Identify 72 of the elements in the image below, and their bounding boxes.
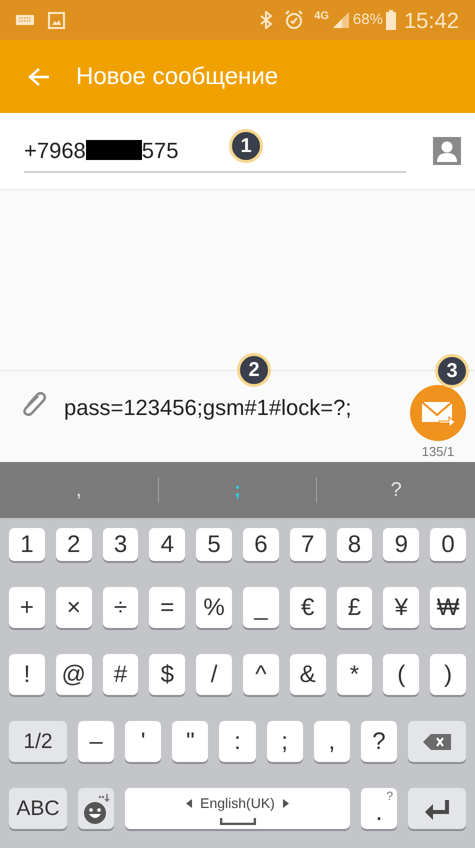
backspace-key[interactable]: [408, 721, 466, 762]
keyboard-key[interactable]: 6: [242, 528, 279, 561]
keyboard-key[interactable]: =: [149, 587, 186, 628]
keyboard-key[interactable]: ABC: [9, 788, 67, 829]
keyboard-key[interactable]: ': [125, 721, 162, 762]
keyboard-key[interactable]: –: [78, 721, 114, 762]
keyboard-key[interactable]: €: [290, 587, 326, 628]
redaction-bar: [86, 140, 142, 160]
keyboard-key[interactable]: :: [219, 721, 256, 762]
keyboard-key[interactable]: !: [9, 654, 45, 695]
enter-icon: [423, 798, 451, 820]
keyboard-key[interactable]: ?: [360, 721, 397, 762]
envelope-arrow-icon: [421, 399, 455, 427]
keyboard-key[interactable]: 8: [336, 528, 372, 561]
backspace-icon: [422, 734, 451, 750]
keyboard-key[interactable]: $: [149, 654, 186, 695]
right-arrow-icon: [282, 798, 289, 808]
keyboard-key[interactable]: &: [290, 654, 326, 695]
keyboard-key[interactable]: /: [196, 654, 232, 695]
keyboard-key[interactable]: ): [430, 654, 466, 695]
period-key[interactable]: .?: [361, 788, 397, 829]
back-arrow-icon[interactable]: [28, 66, 50, 86]
keyboard-key[interactable]: ¥: [383, 587, 420, 628]
keyboard-key[interactable]: ×: [56, 587, 92, 628]
image-icon: [48, 12, 65, 28]
keyboard-key[interactable]: ,: [314, 721, 350, 762]
keyboard-key[interactable]: 5: [196, 528, 232, 561]
keyboard-key[interactable]: %: [196, 587, 232, 628]
keyboard-key[interactable]: _: [242, 587, 279, 628]
clock: 15:42: [404, 6, 459, 34]
keyboard-key[interactable]: ₩: [430, 587, 466, 628]
screen-title: Новое сообщение: [76, 62, 278, 92]
key-hint: ?: [386, 790, 393, 802]
left-arrow-icon: [186, 798, 192, 808]
keyboard-key[interactable]: 3: [102, 528, 138, 561]
character-counter: 135/1: [422, 443, 454, 461]
bluetooth-icon: [260, 11, 272, 29]
keyboard-key[interactable]: £: [336, 587, 372, 628]
keyboard-key[interactable]: 1/2: [9, 721, 67, 762]
keyboard-key[interactable]: (: [383, 654, 420, 695]
alarm-icon: [284, 10, 304, 30]
space-key[interactable]: English(UK): [125, 788, 350, 829]
battery-icon: [386, 10, 396, 30]
language-label: English(UK): [200, 794, 275, 813]
signal-icon: [332, 12, 349, 28]
contact-icon[interactable]: [433, 137, 461, 165]
keyboard-key[interactable]: #: [102, 654, 138, 695]
keyboard-key[interactable]: ^: [242, 654, 279, 695]
keyboard-key[interactable]: 4: [149, 528, 186, 561]
message-field[interactable]: pass=123456;gsm#1#lock=?;: [64, 385, 405, 424]
keyboard-key[interactable]: 7: [290, 528, 326, 561]
phone-number-end: 575: [142, 136, 179, 164]
emoji-key[interactable]: [78, 788, 114, 829]
keyboard-key[interactable]: 2: [56, 528, 92, 561]
keyboard-key[interactable]: ;: [266, 721, 303, 762]
enter-key[interactable]: [408, 788, 466, 829]
space-bar-icon: [220, 818, 256, 824]
keyboard-key[interactable]: 1: [9, 528, 45, 561]
network-type: 4G: [314, 10, 329, 22]
annotation-badge: 1: [229, 129, 263, 163]
smiley-icon: [82, 792, 110, 824]
keyboard-key[interactable]: 9: [383, 528, 420, 561]
keyboard-icon: [16, 15, 34, 25]
keyboard-key[interactable]: @: [56, 654, 92, 695]
keyboard-key[interactable]: +: [9, 587, 45, 628]
keyboard-key[interactable]: ÷: [102, 587, 138, 628]
phone-number-start: +7968: [24, 136, 86, 164]
annotation-badge: 2: [237, 353, 271, 387]
keyboard-key[interactable]: 0: [430, 528, 466, 561]
battery-percent: 68%: [352, 10, 383, 30]
keyboard-key[interactable]: *: [336, 654, 372, 695]
keyboard-key[interactable]: ": [172, 721, 208, 762]
